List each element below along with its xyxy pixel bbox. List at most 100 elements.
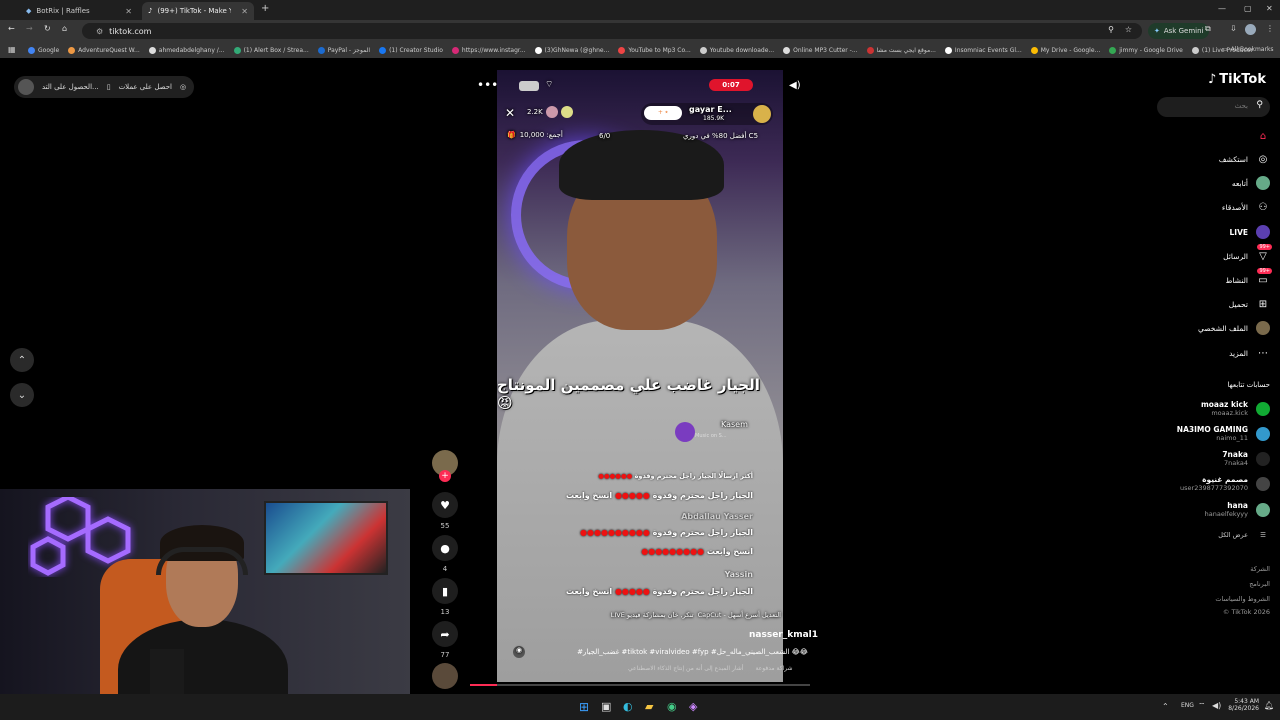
music-avatar[interactable] bbox=[432, 663, 458, 689]
bookmark-item[interactable]: موقع ايجي بست مشا... bbox=[866, 46, 936, 54]
apps-grid-icon[interactable]: ▦ bbox=[8, 45, 16, 54]
bookmark-item[interactable]: PayPal - الموجز bbox=[317, 46, 370, 54]
comment-icon[interactable]: ● bbox=[432, 535, 458, 561]
bookmark-icon[interactable]: ▮ bbox=[432, 578, 458, 604]
author-name[interactable]: nasser_kmal1 bbox=[749, 630, 818, 640]
heart-icon[interactable]: ♥ bbox=[432, 492, 458, 518]
task-view-icon[interactable]: ▣ bbox=[601, 700, 611, 713]
bookmark-item[interactable]: YouTube to Mp3 Co... bbox=[618, 46, 691, 54]
reload-icon[interactable]: ↻ bbox=[44, 24, 51, 33]
previous-video-button[interactable]: ⌃ bbox=[10, 348, 34, 372]
home-icon[interactable]: ⌂ bbox=[62, 24, 67, 33]
nav-home[interactable]: ⌂ bbox=[1248, 129, 1270, 143]
tiktok-logo[interactable]: ♪ TikTok bbox=[1208, 72, 1266, 87]
bookmark-item[interactable]: Online MP3 Cutter -... bbox=[783, 46, 858, 54]
footer-program[interactable]: البرنامج bbox=[1249, 580, 1270, 588]
next-video-button[interactable]: ⌄ bbox=[10, 383, 34, 407]
nav-following[interactable]: أتابعه bbox=[1232, 176, 1270, 190]
video-progress-bar[interactable] bbox=[470, 684, 810, 686]
close-tab-icon[interactable]: ✕ bbox=[241, 7, 248, 16]
followed-account[interactable]: hana hanaelfekyyy bbox=[1205, 501, 1270, 518]
goal-pill[interactable]: 🎁 10,000 :أجمع bbox=[507, 131, 563, 139]
notifications-icon[interactable]: 🔔︎ bbox=[1264, 701, 1274, 710]
nav-explore[interactable]: استكشف ◎ bbox=[1219, 152, 1270, 166]
new-tab-icon[interactable]: + bbox=[261, 3, 269, 14]
extensions-icon[interactable]: ⧉ bbox=[1205, 24, 1211, 34]
wifi-tray-icon[interactable]: ⌔ bbox=[1198, 701, 1206, 711]
followed-account[interactable]: 7naka 7naka4 bbox=[1222, 450, 1270, 467]
follow-plus-icon[interactable]: + bbox=[439, 470, 451, 482]
bookmark-item[interactable]: https://www.instagr... bbox=[451, 46, 526, 54]
followed-account[interactable]: NA3IMO GAMING naimo_11 bbox=[1177, 425, 1270, 442]
file-explorer-icon[interactable]: ▰ bbox=[645, 700, 653, 713]
nav-more[interactable]: المزيد ⋯ bbox=[1229, 346, 1270, 360]
zoom-icon[interactable]: ⚲ bbox=[1108, 25, 1114, 34]
get-coins-label[interactable]: احصل على عملات bbox=[119, 83, 172, 91]
close-icon[interactable]: ✕ bbox=[505, 106, 515, 120]
back-icon[interactable]: ← bbox=[8, 24, 15, 33]
address-bar[interactable]: ⚙ tiktok.com ⚲ ☆ bbox=[82, 23, 1142, 39]
close-window-icon[interactable]: ✕ bbox=[1266, 4, 1273, 13]
search-input[interactable]: بحث ⚲ bbox=[1157, 97, 1270, 117]
video-hashtags[interactable]: #غضب_الجيار #tiktok #viralvideo #fyp #ال… bbox=[550, 648, 808, 656]
clock[interactable]: 5:43 AM 8/26/2026 bbox=[1227, 698, 1259, 712]
see-all-link[interactable]: عرض الكل ☰ bbox=[1218, 531, 1270, 539]
search-icon[interactable]: ⚲ bbox=[1256, 100, 1263, 110]
language-indicator[interactable]: ENG bbox=[1181, 702, 1194, 709]
like-action[interactable]: ♥ 55 bbox=[432, 492, 458, 530]
capcut-tag[interactable]: LIVE تنكر, خان بمشاركة فيديو CapCut - ال… bbox=[611, 611, 781, 619]
volume-icon[interactable]: ◀) bbox=[789, 80, 801, 91]
user-avatar[interactable] bbox=[18, 79, 34, 95]
volume-tray-icon[interactable]: ◀) bbox=[1212, 701, 1221, 710]
downloads-icon[interactable]: ⇩ bbox=[1230, 24, 1237, 33]
ask-gemini-button[interactable]: ✦ Ask Gemini bbox=[1148, 23, 1210, 39]
edge-icon[interactable]: ◐ bbox=[623, 700, 633, 713]
nav-profile[interactable]: الملف الشخصي bbox=[1198, 321, 1270, 335]
tab-tiktok[interactable]: ♪ (99+) TikTok - Make Your D... ✕ bbox=[142, 2, 254, 20]
host-pill[interactable]: + ⭑ gayar E... 185.9K bbox=[641, 103, 773, 125]
bookmark-item[interactable]: (1) Creator Studio bbox=[379, 46, 443, 54]
site-info-icon[interactable]: ⚙ bbox=[96, 27, 103, 36]
footer-company[interactable]: الشركة bbox=[1250, 565, 1270, 573]
bookmark-star-icon[interactable]: ☆ bbox=[1125, 25, 1132, 34]
bookmark-item[interactable]: (3)GhNewa (@ghne... bbox=[534, 46, 609, 54]
bookmark-item[interactable]: jimmy - Google Drive bbox=[1109, 46, 1183, 54]
footer-terms[interactable]: الشروط والسياسات bbox=[1215, 595, 1270, 603]
windows-start-icon[interactable]: ⊞ bbox=[579, 700, 589, 714]
comment-action[interactable]: ● 4 bbox=[432, 535, 458, 573]
minimize-icon[interactable]: — bbox=[1218, 4, 1226, 13]
bookmark-item[interactable]: My Drive - Google... bbox=[1030, 46, 1100, 54]
music-disc-icon[interactable]: ◉ bbox=[513, 646, 525, 658]
profile-avatar[interactable] bbox=[1245, 24, 1256, 35]
bookmark-item[interactable]: ahmedabdelghany /... bbox=[148, 46, 225, 54]
nav-live[interactable]: LIVE bbox=[1230, 225, 1270, 239]
bookmark-item[interactable]: AdventureQuest W... bbox=[68, 46, 140, 54]
get-coins-secondary[interactable]: الحصول على التد... bbox=[42, 83, 99, 91]
bookmark-item[interactable]: Google bbox=[28, 46, 59, 54]
forward-icon[interactable]: → bbox=[26, 24, 33, 33]
nav-friends[interactable]: الأصدقاء ⚇ bbox=[1222, 200, 1270, 214]
close-tab-icon[interactable]: ✕ bbox=[125, 7, 132, 16]
chrome-icon[interactable]: ◉ bbox=[667, 700, 677, 713]
tab-botrix[interactable]: ◆ BotRix | Raffles ✕ bbox=[20, 2, 138, 20]
bookmark-item[interactable]: Youtube downloade... bbox=[699, 46, 774, 54]
more-options-icon[interactable]: ••• bbox=[477, 78, 498, 92]
follow-button[interactable]: + ⭑ bbox=[644, 106, 682, 120]
followed-account[interactable]: مصمم غنيوة user2398777392070 bbox=[1180, 475, 1270, 492]
all-bookmarks-button[interactable]: ▭ All Bookmarks bbox=[1222, 46, 1274, 53]
viewer-count[interactable]: 2.2K bbox=[527, 106, 573, 118]
followed-account[interactable]: moaaz kick moaaz.kick bbox=[1201, 400, 1270, 417]
share-icon[interactable]: ➦ bbox=[432, 621, 458, 647]
video-player[interactable]: ⌔ 0:07 ✕ 2.2K + ⭑ gayar E... 185.9K 🎁 10… bbox=[497, 70, 783, 682]
get-coins-bar[interactable]: الحصول على التد... ▯ احصل على عملات ◎ bbox=[14, 76, 195, 98]
bookmark-item[interactable]: Insomniac Events Gl... bbox=[944, 46, 1022, 54]
share-action[interactable]: ➦ 77 bbox=[432, 621, 458, 659]
nav-messages[interactable]: الرسائل ▽ 99+ bbox=[1223, 244, 1272, 263]
save-action[interactable]: ▮ 13 bbox=[432, 578, 458, 616]
maximize-icon[interactable]: ▢ bbox=[1244, 4, 1252, 13]
host-avatar[interactable] bbox=[753, 105, 771, 123]
tray-arrow-icon[interactable]: ⌃ bbox=[1162, 702, 1169, 711]
app-icon[interactable]: ◈ bbox=[689, 700, 697, 713]
nav-upload[interactable]: تحميل ⊞ bbox=[1229, 297, 1270, 311]
browser-menu-icon[interactable]: ⋮ bbox=[1266, 24, 1274, 33]
